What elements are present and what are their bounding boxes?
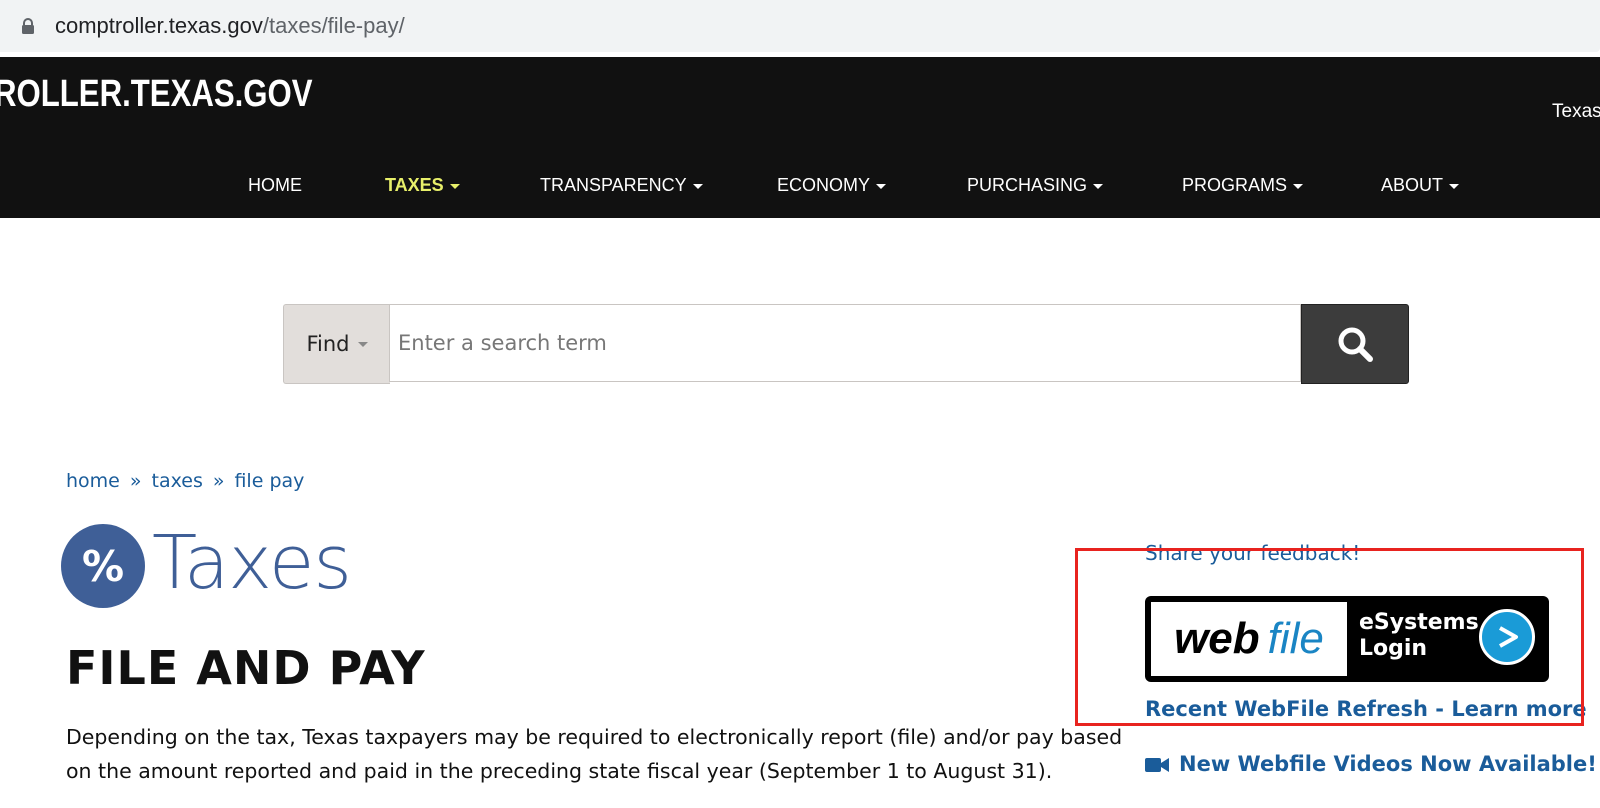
- percent-icon: %: [61, 524, 145, 608]
- webfile-refresh-link[interactable]: Recent WebFile Refresh - Learn more: [1145, 697, 1587, 721]
- video-camera-icon: [1145, 758, 1169, 772]
- caret-down-icon: [449, 183, 460, 189]
- videos-link-label: New Webfile Videos Now Available!: [1179, 752, 1597, 776]
- nav-item-programs[interactable]: PROGRAMS: [1182, 175, 1304, 196]
- breadcrumb-home[interactable]: home: [66, 470, 120, 492]
- find-label: Find: [306, 332, 350, 356]
- nav-item-about[interactable]: ABOUT: [1381, 175, 1460, 196]
- breadcrumb: home » taxes » file pay: [66, 470, 304, 492]
- page-title: FILE AND PAY: [66, 641, 426, 695]
- header-top-right-text[interactable]: Texas: [1552, 101, 1600, 123]
- caret-down-icon: [1293, 183, 1304, 189]
- webfile-login-button[interactable]: web file eSystems Login: [1145, 596, 1549, 682]
- webfile-word-file: file: [1267, 614, 1324, 663]
- site-search: Find: [283, 304, 1427, 384]
- caret-down-icon: [1449, 183, 1460, 189]
- site-logo[interactable]: ROLLER.TEXAS.GOV: [0, 73, 313, 116]
- percent-symbol: %: [81, 541, 125, 591]
- search-icon: [1338, 327, 1373, 362]
- nav-item-taxes[interactable]: TAXES: [385, 175, 460, 196]
- arrow-right-icon: [1479, 609, 1535, 665]
- nav-label: PURCHASING: [967, 175, 1088, 195]
- webfile-videos-link[interactable]: New Webfile Videos Now Available!: [1145, 752, 1597, 776]
- breadcrumb-file-pay[interactable]: file pay: [234, 470, 304, 492]
- nav-item-transparency[interactable]: TRANSPARENCY: [540, 175, 703, 196]
- nav-item-home[interactable]: HOME: [248, 175, 302, 196]
- lock-icon: [22, 18, 34, 34]
- webfile-word-web: web: [1174, 614, 1260, 663]
- browser-address-bar[interactable]: comptroller.texas.gov/taxes/file-pay/: [0, 0, 1600, 52]
- main-nav: HOME TAXES TRANSPARENCY ECONOMY PURCHASI…: [0, 175, 1600, 203]
- url-text[interactable]: comptroller.texas.gov/taxes/file-pay/: [55, 12, 405, 40]
- login-line: Login: [1359, 636, 1428, 661]
- nav-label: ABOUT: [1381, 175, 1444, 195]
- nav-label: TAXES: [385, 175, 444, 195]
- caret-down-icon: [876, 183, 887, 189]
- nav-label: ECONOMY: [777, 175, 871, 195]
- caret-down-icon: [692, 183, 703, 189]
- caret-down-icon: [357, 341, 368, 347]
- intro-paragraph: Depending on the tax, Texas taxpayers ma…: [66, 725, 1123, 783]
- esystems-login-label: eSystems Login: [1359, 610, 1479, 662]
- breadcrumb-taxes[interactable]: taxes: [152, 470, 203, 492]
- esystems-line: eSystems: [1359, 610, 1479, 635]
- site-header: ROLLER.TEXAS.GOV Texas HOME TAXES TRANSP…: [0, 57, 1600, 218]
- url-path: /taxes/file-pay/: [262, 13, 405, 38]
- nav-label: PROGRAMS: [1182, 175, 1288, 195]
- find-dropdown[interactable]: Find: [283, 304, 390, 384]
- breadcrumb-separator: »: [212, 470, 225, 492]
- feedback-link[interactable]: Share your feedback!: [1145, 541, 1360, 565]
- nav-label: HOME: [248, 175, 302, 195]
- search-input[interactable]: [389, 304, 1301, 382]
- nav-item-economy[interactable]: ECONOMY: [777, 175, 887, 196]
- section-title: Taxes: [152, 520, 352, 606]
- nav-label: TRANSPARENCY: [540, 175, 687, 195]
- breadcrumb-separator: »: [129, 470, 142, 492]
- caret-down-icon: [1093, 183, 1104, 189]
- url-domain: comptroller.texas.gov: [55, 13, 263, 38]
- search-button[interactable]: [1301, 304, 1409, 384]
- webfile-logo: web file: [1151, 602, 1347, 676]
- nav-item-purchasing[interactable]: PURCHASING: [967, 175, 1104, 196]
